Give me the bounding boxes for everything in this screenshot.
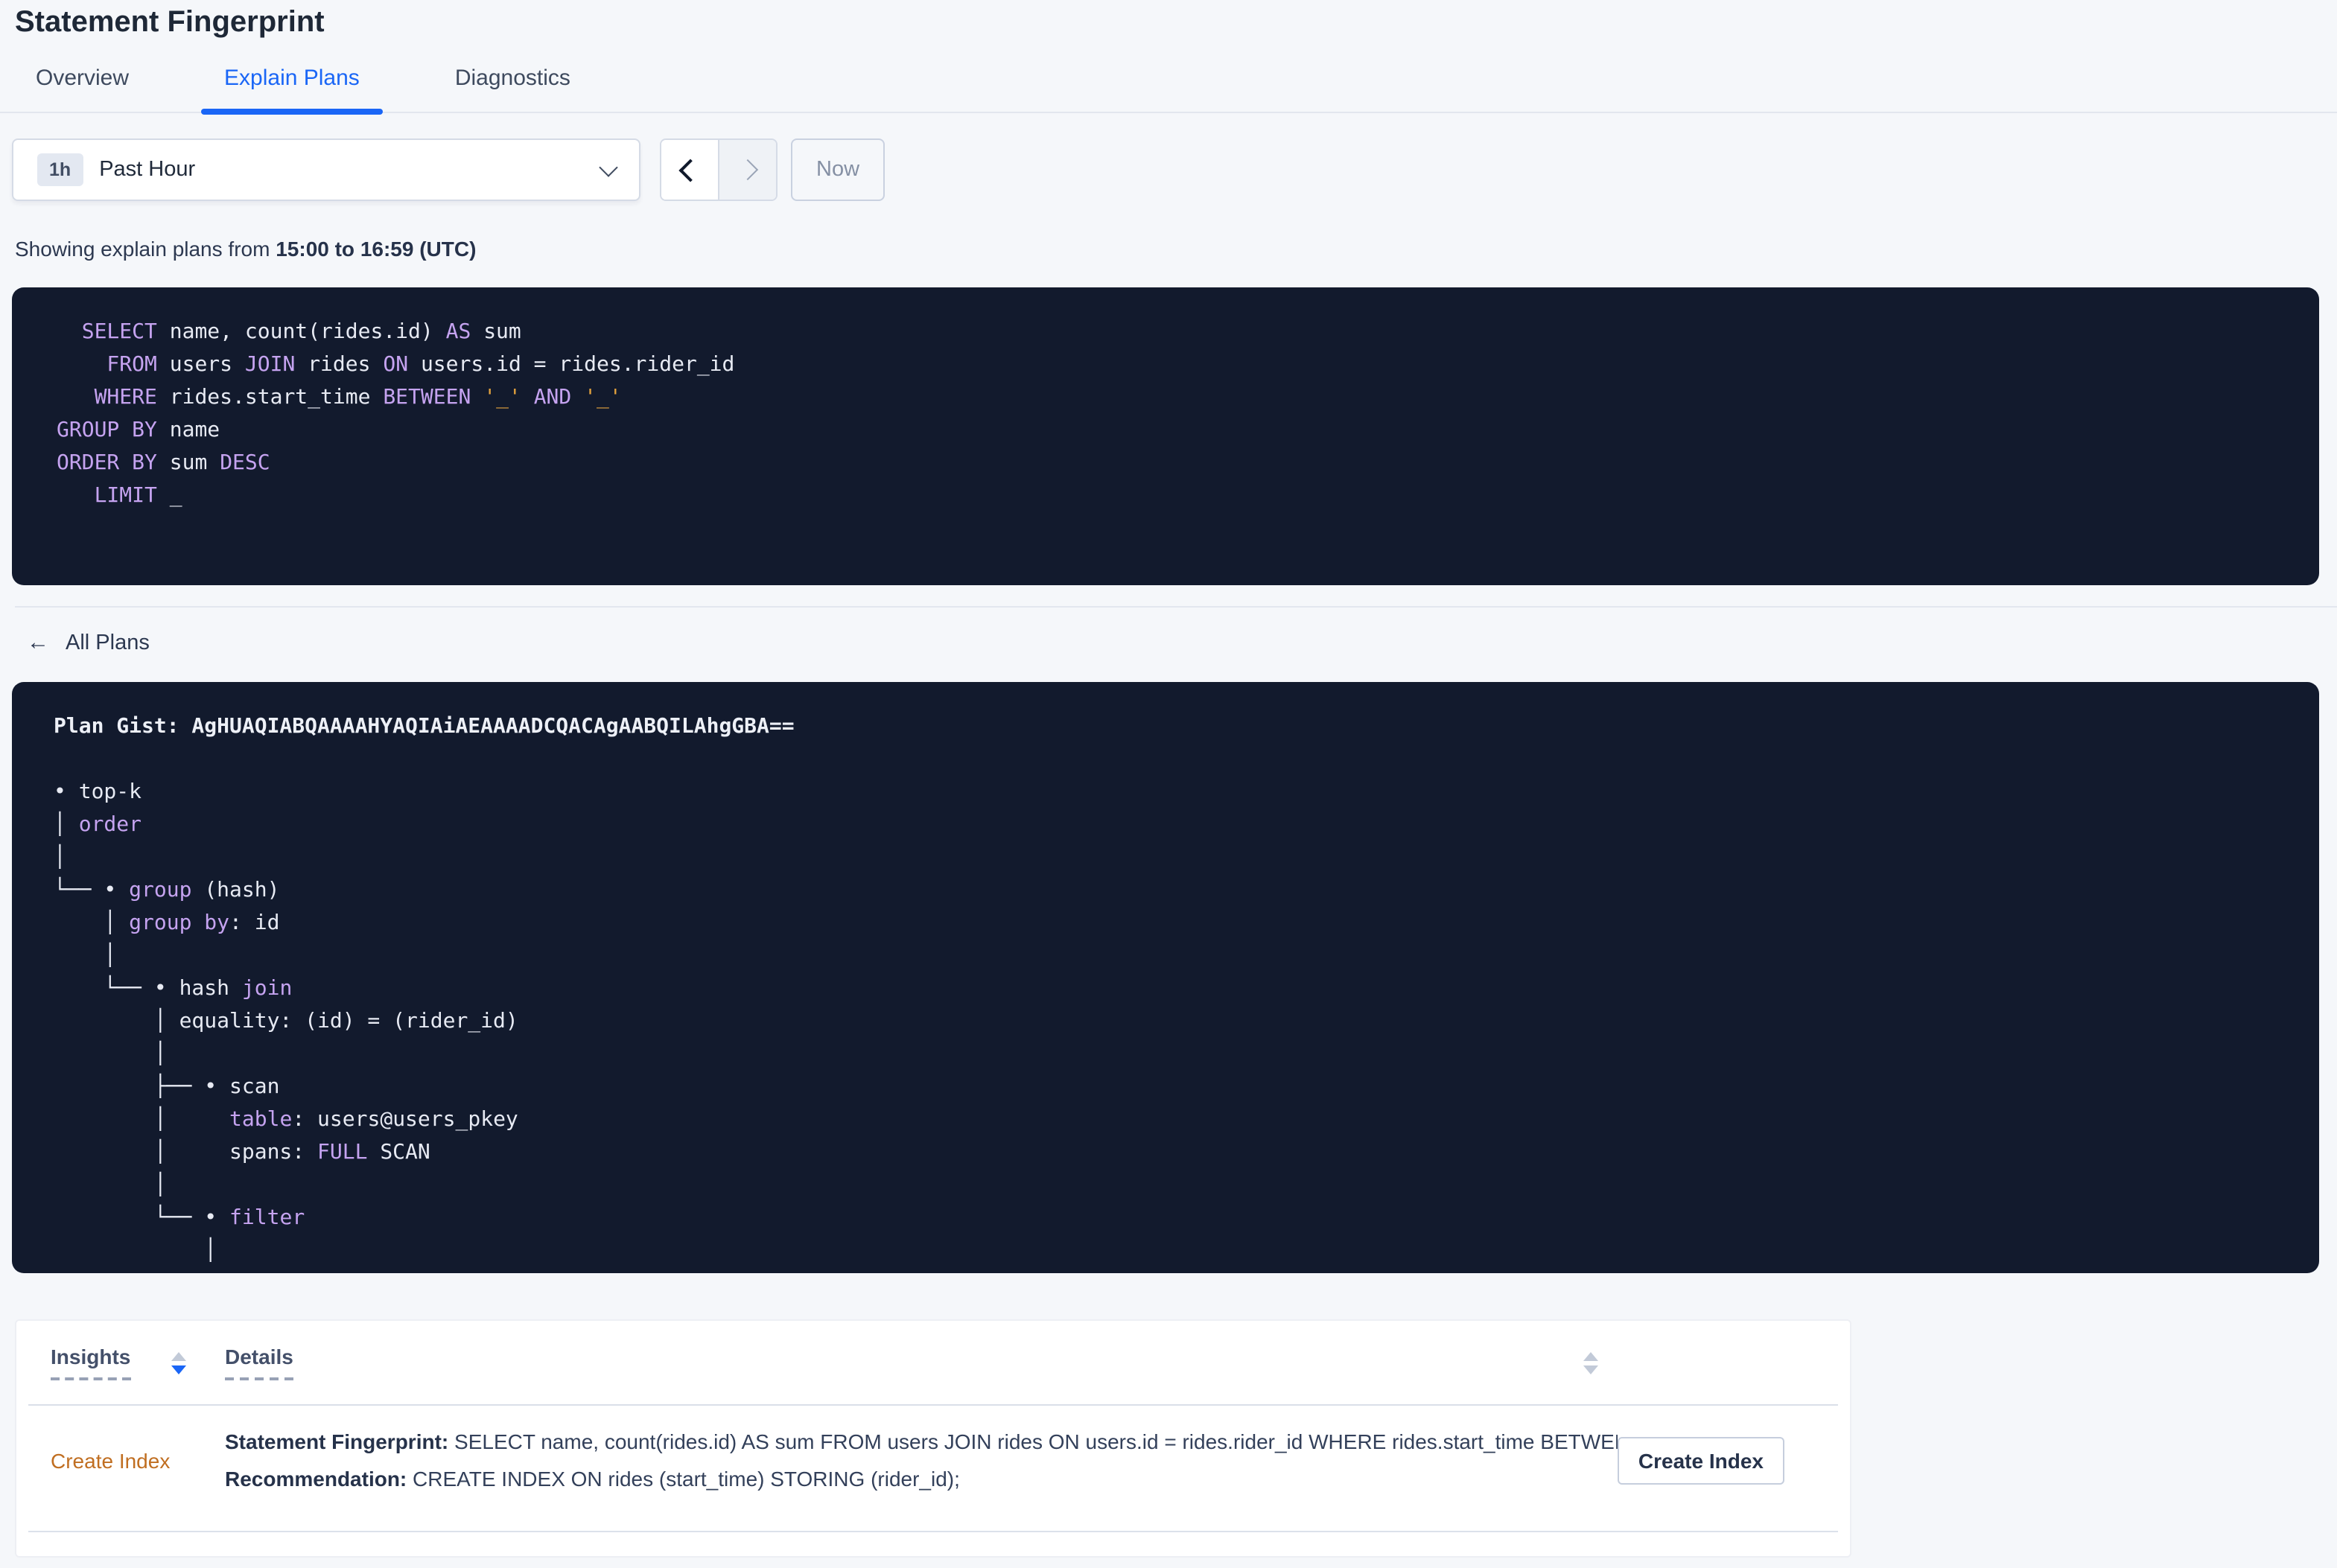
tab-overview[interactable]: Overview <box>12 43 153 112</box>
insights-column-label[interactable]: Insights <box>51 1345 131 1380</box>
code-line: • top-k <box>54 780 142 804</box>
code-line: └── • hash join <box>54 977 293 1001</box>
insights-table-card: Insights Details Create Index Statement … <box>15 1319 1851 1558</box>
insights-table-header: Insights Details <box>28 1321 1838 1406</box>
sql-statement-block: SELECT name, count(rides.id) AS sum FROM… <box>12 287 2319 585</box>
code-line: └── • filter <box>54 1206 305 1230</box>
code-line: ├── • scan <box>54 1075 280 1099</box>
interval-badge: 1h <box>37 153 83 186</box>
chevron-down-icon <box>599 157 618 176</box>
sort-asc-arrow <box>1583 1351 1598 1360</box>
next-interval-button[interactable] <box>719 140 776 200</box>
code-line: SELECT name, count(rides.id) AS sum <box>57 320 521 344</box>
section-divider <box>15 606 2337 608</box>
tab-diagnostics[interactable]: Diagnostics <box>431 43 594 112</box>
code-line: │ table: users@users_pkey <box>54 1108 518 1132</box>
code-line: FROM users JOIN rides ON users.id = ride… <box>57 353 735 377</box>
time-toolbar: 1h Past Hour Now <box>12 138 2325 201</box>
code-line: │ spans: FULL SCAN <box>54 1141 430 1164</box>
detail-line: Statement Fingerprint: SELECT name, coun… <box>225 1430 1618 1453</box>
status-time-range: 15:00 to 16:59 (UTC) <box>276 237 477 261</box>
code-line: ORDER BY sum DESC <box>57 451 270 475</box>
code-line: WHERE rides.start_time BETWEEN '_' AND '… <box>57 386 622 409</box>
chevron-right-icon <box>737 159 759 181</box>
tab-explain-plans[interactable]: Explain Plans <box>200 43 384 115</box>
code-line: LIMIT _ <box>57 484 182 508</box>
code-line: Plan Gist: AgHUAQIABQAAAAHYAQIAiAEAAAADC… <box>54 715 795 739</box>
table-row: Create Index Statement Fingerprint: SELE… <box>28 1406 1838 1532</box>
code-line: │ <box>54 944 117 968</box>
code-line: │ <box>54 1042 167 1066</box>
time-range-dropdown[interactable]: 1h Past Hour <box>12 138 640 201</box>
code-line: GROUP BY name <box>57 418 220 442</box>
code-line: │ equality: (id) = (rider_id) <box>54 1010 518 1033</box>
details-column-label[interactable]: Details <box>225 1345 293 1380</box>
card-bottom-padding <box>28 1532 1838 1556</box>
showing-plans-status: Showing explain plans from 15:00 to 16:5… <box>15 237 2337 261</box>
now-button[interactable]: Now <box>791 138 885 201</box>
code-line: │ group by: id <box>54 911 280 935</box>
code-line: └── • group (hash) <box>54 879 280 902</box>
status-prefix: Showing explain plans from <box>15 237 276 261</box>
code-line: │ <box>54 1239 217 1263</box>
prev-interval-button[interactable] <box>661 140 719 200</box>
sort-icon-insights[interactable] <box>171 1351 186 1374</box>
create-index-button[interactable]: Create Index <box>1617 1437 1784 1485</box>
time-pager <box>660 138 778 201</box>
sort-asc-arrow <box>171 1351 186 1360</box>
column-header-insights: Insights <box>51 1345 225 1380</box>
all-plans-link[interactable]: ← All Plans <box>27 630 2337 655</box>
page-title: Statement Fingerprint <box>15 6 325 39</box>
arrow-left-icon: ← <box>27 630 49 655</box>
column-header-details: Details <box>225 1345 1598 1380</box>
sort-desc-arrow <box>1583 1365 1598 1374</box>
code-line: │ order <box>54 813 142 837</box>
statement-fingerprint-page: Statement Fingerprint Overview Explain Pl… <box>0 0 2337 1568</box>
plan-gist-block: Plan Gist: AgHUAQIABQAAAAHYAQIAiAEAAAADC… <box>12 682 2319 1273</box>
code-line: │ <box>54 1173 167 1197</box>
insight-details-cell: Statement Fingerprint: SELECT name, coun… <box>225 1424 1618 1498</box>
code-line: │ <box>54 846 66 870</box>
sort-icon-details[interactable] <box>1583 1351 1598 1374</box>
all-plans-label: All Plans <box>66 631 150 654</box>
sort-desc-arrow <box>171 1365 186 1374</box>
detail-line: Recommendation: CREATE INDEX ON rides (s… <box>225 1467 960 1491</box>
interval-label: Past Hour <box>99 158 196 182</box>
insight-type-link[interactable]: Create Index <box>51 1449 225 1473</box>
tab-bar: Overview Explain Plans Diagnostics <box>0 43 2337 115</box>
chevron-left-icon <box>678 158 702 182</box>
